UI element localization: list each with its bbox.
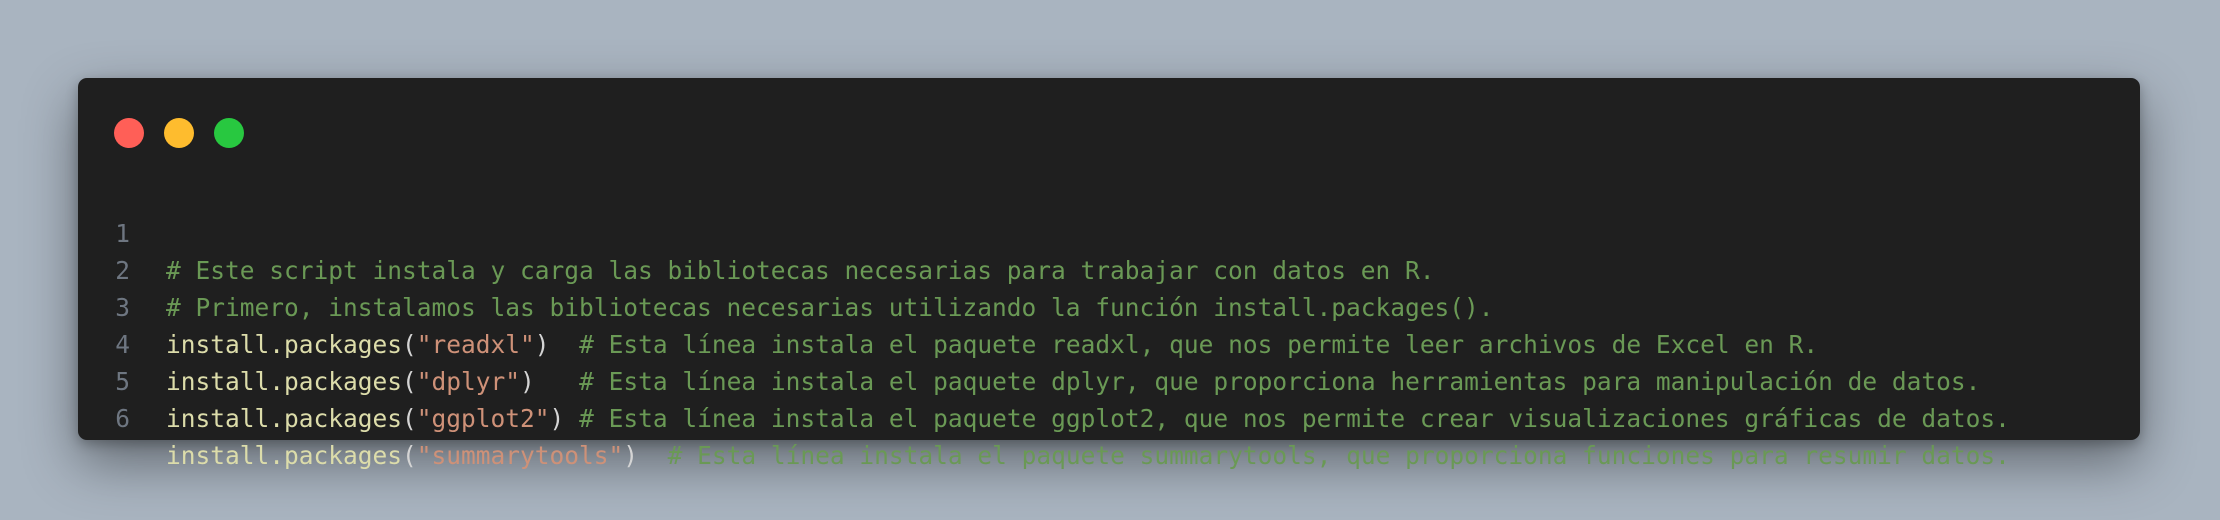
close-paren: ) xyxy=(623,441,639,470)
minimize-dot-icon[interactable] xyxy=(164,118,194,148)
close-dot-icon[interactable] xyxy=(114,118,144,148)
maximize-dot-icon[interactable] xyxy=(214,118,244,148)
function-name: install.packages xyxy=(166,441,403,470)
code-line-5: 5 install.packages("ggplot2") # Esta lín… xyxy=(78,326,2140,433)
open-paren: ( xyxy=(402,441,417,470)
code-window: 1 # Este script instala y carga las bibl… xyxy=(78,78,2140,470)
code-comment: # Esta línea instala el paquete summaryt… xyxy=(667,441,2010,470)
string-argument: "ggplot2" xyxy=(416,404,550,433)
function-name: install.packages xyxy=(166,404,403,433)
line-number: 6 xyxy=(115,404,130,433)
code-comment: # Esta línea instala el paquete ggplot2,… xyxy=(579,404,2010,433)
line-text: install.packages("ggplot2") # Esta línea… xyxy=(166,400,2010,437)
string-argument: "summarytools" xyxy=(416,441,624,470)
code-line-4: 4 install.packages("dplyr") # Esta línea… xyxy=(78,289,2140,396)
code-line-2: 2 # Primero, instalamos las bibliotecas … xyxy=(78,215,2140,322)
open-paren: ( xyxy=(402,404,417,433)
code-block: 1 # Este script instala y carga las bibl… xyxy=(78,178,2140,470)
code-line-1: 1 # Este script instala y carga las bibl… xyxy=(78,178,2140,285)
close-paren: ) xyxy=(549,404,565,433)
code-line-6: 6 install.packages("summarytools") # Est… xyxy=(78,363,2140,470)
code-line-3: 3 install.packages("readxl") # Esta líne… xyxy=(78,252,2140,359)
line-text: install.packages("summarytools") # Esta … xyxy=(166,437,2010,474)
